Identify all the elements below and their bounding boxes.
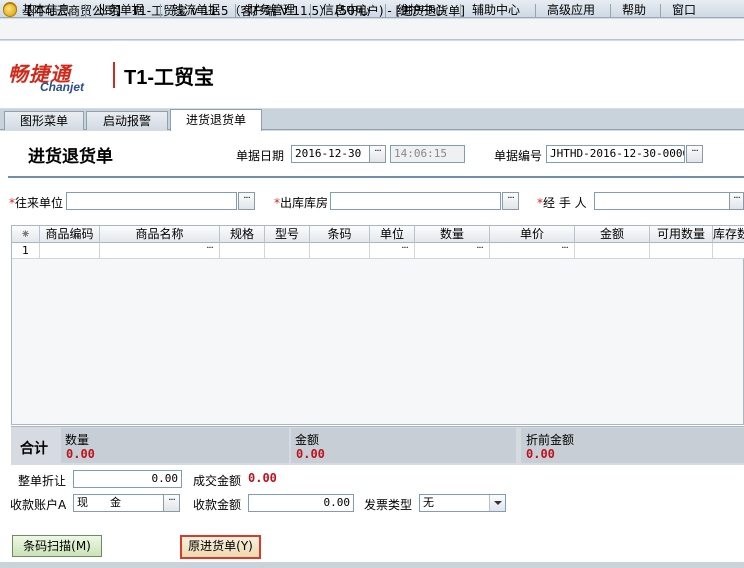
- menu-separator: [535, 4, 536, 17]
- invoice-type-label: 发票类型: [364, 498, 413, 512]
- qty-total-label: 数量: [65, 433, 90, 447]
- brand-divider: [113, 62, 115, 88]
- cell-code[interactable]: [40, 243, 100, 259]
- discount-label: 整单折让: [18, 474, 67, 488]
- date-field[interactable]: 2016-12-30: [291, 145, 370, 163]
- product-name: T1-工贸宝: [124, 67, 214, 89]
- tab-startup-alert[interactable]: 启动报警: [86, 111, 168, 130]
- date-label: 单据日期: [236, 149, 285, 163]
- cell-available[interactable]: [650, 243, 713, 259]
- grid-header-code[interactable]: 商品编码: [40, 226, 100, 243]
- handler-label-text: 经 手 人: [543, 196, 587, 210]
- cell-price-more-button[interactable]: ···: [557, 244, 572, 258]
- grid-header-model[interactable]: 型号: [265, 226, 310, 243]
- menu-bar: [0, 19, 744, 40]
- menu-separator: [85, 4, 86, 17]
- pre-discount-label: 折前金额: [526, 433, 575, 447]
- qty-total-box: [61, 428, 289, 463]
- receive-amount-field[interactable]: 0.00: [248, 494, 354, 512]
- handler-field[interactable]: [594, 192, 730, 210]
- cell-model[interactable]: [265, 243, 310, 259]
- grid-header-unit[interactable]: 单位: [370, 226, 415, 243]
- discount-field[interactable]: 0.00: [73, 470, 182, 488]
- warehouse-label: *出库库房: [274, 194, 328, 211]
- account-field[interactable]: 现 金: [73, 494, 164, 512]
- handler-label: *经 手 人: [537, 194, 587, 211]
- account-label: 收款账户A: [10, 498, 67, 512]
- menu-maintenance[interactable]: 维护中心: [395, 2, 447, 19]
- original-purchase-button[interactable]: 原进货单(Y): [180, 535, 261, 559]
- menu-finance[interactable]: 财务管理: [245, 2, 297, 19]
- grid-header-name[interactable]: 商品名称: [100, 226, 220, 243]
- grid-header-amount[interactable]: 金额: [575, 226, 650, 243]
- menu-separator: [160, 4, 161, 17]
- supplier-label: *往来单位: [9, 194, 63, 211]
- docno-label: 单据编号: [494, 149, 543, 163]
- menu-basic-info[interactable]: 基本信息: [20, 2, 72, 19]
- grid-header-qty[interactable]: 数量: [415, 226, 490, 243]
- grid-header-barcode[interactable]: 条码: [310, 226, 370, 243]
- supplier-label-text: 往来单位: [15, 196, 64, 210]
- barcode-scan-button[interactable]: 条码扫描(M): [12, 535, 102, 557]
- chevron-down-icon: [494, 501, 502, 505]
- invoice-dropdown-button[interactable]: [489, 495, 505, 511]
- cell-unit-more-button[interactable]: ···: [397, 244, 412, 258]
- handler-more-button[interactable]: ···: [729, 192, 744, 210]
- deal-amount-label: 成交金额: [193, 474, 242, 488]
- receive-amount-label: 收款金额: [193, 498, 242, 512]
- tab-purchase-return[interactable]: 进货退货单: [170, 109, 262, 131]
- docno-field[interactable]: JHTHD-2016-12-30-00001: [546, 145, 685, 163]
- supplier-more-button[interactable]: ···: [238, 192, 255, 210]
- cell-stock[interactable]: [713, 243, 744, 259]
- amount-total-value: 0.00: [296, 447, 325, 461]
- amount-total-label: 金额: [295, 433, 320, 447]
- cell-amount[interactable]: [575, 243, 650, 259]
- app-menu-icon[interactable]: [3, 3, 17, 17]
- bottom-border: [0, 562, 744, 568]
- menu-cashflow-docs[interactable]: 钱流单据: [170, 2, 222, 19]
- title-underline: [8, 176, 744, 178]
- menu-advanced[interactable]: 高级应用: [545, 2, 597, 19]
- menu-separator: [235, 4, 236, 17]
- page-title: 进货退货单: [28, 147, 113, 167]
- cell-barcode[interactable]: [310, 243, 370, 259]
- supplier-field[interactable]: [66, 192, 237, 210]
- menu-separator: [310, 4, 311, 17]
- totals-label: 合计: [20, 441, 48, 457]
- cell-qty-more-button[interactable]: ···: [472, 244, 487, 258]
- account-more-button[interactable]: ···: [163, 494, 180, 512]
- warehouse-label-text: 出库库房: [280, 196, 329, 210]
- menu-help[interactable]: 帮助: [620, 2, 648, 19]
- menu-separator: [660, 4, 661, 17]
- cell-name-more-button[interactable]: ···: [202, 244, 217, 258]
- qty-total-value: 0.00: [66, 447, 95, 461]
- grid-header-price[interactable]: 单价: [490, 226, 575, 243]
- menu-separator: [460, 4, 461, 17]
- cell-spec[interactable]: [220, 243, 265, 259]
- menu-business-docs[interactable]: 业务单据: [94, 2, 146, 19]
- tab-graphic-menu[interactable]: 图形菜单: [4, 111, 84, 130]
- time-field: 14:06:15: [390, 145, 465, 163]
- grid-header-spec[interactable]: 规格: [220, 226, 265, 243]
- pre-discount-value: 0.00: [526, 447, 555, 461]
- menu-info-center[interactable]: 信息中心: [320, 2, 372, 19]
- grid-header-stock[interactable]: 库存数: [713, 226, 744, 243]
- menu-window[interactable]: 窗口: [670, 2, 698, 19]
- row-number: 1: [12, 243, 40, 259]
- menu-separator: [385, 4, 386, 17]
- warehouse-more-button[interactable]: ···: [502, 192, 519, 210]
- docno-more-button[interactable]: ···: [686, 145, 703, 163]
- menu-auxiliary[interactable]: 辅助中心: [470, 2, 522, 19]
- grid-header-available[interactable]: 可用数量: [650, 226, 713, 243]
- brand-logo-en: Chanjet: [40, 80, 85, 94]
- brand-bar: [0, 41, 744, 108]
- date-picker-button[interactable]: ···: [369, 145, 386, 163]
- grid-header-marker: ⁕: [12, 226, 40, 243]
- menu-separator: [610, 4, 611, 17]
- warehouse-field[interactable]: [330, 192, 501, 210]
- deal-amount-value: 0.00: [248, 471, 277, 485]
